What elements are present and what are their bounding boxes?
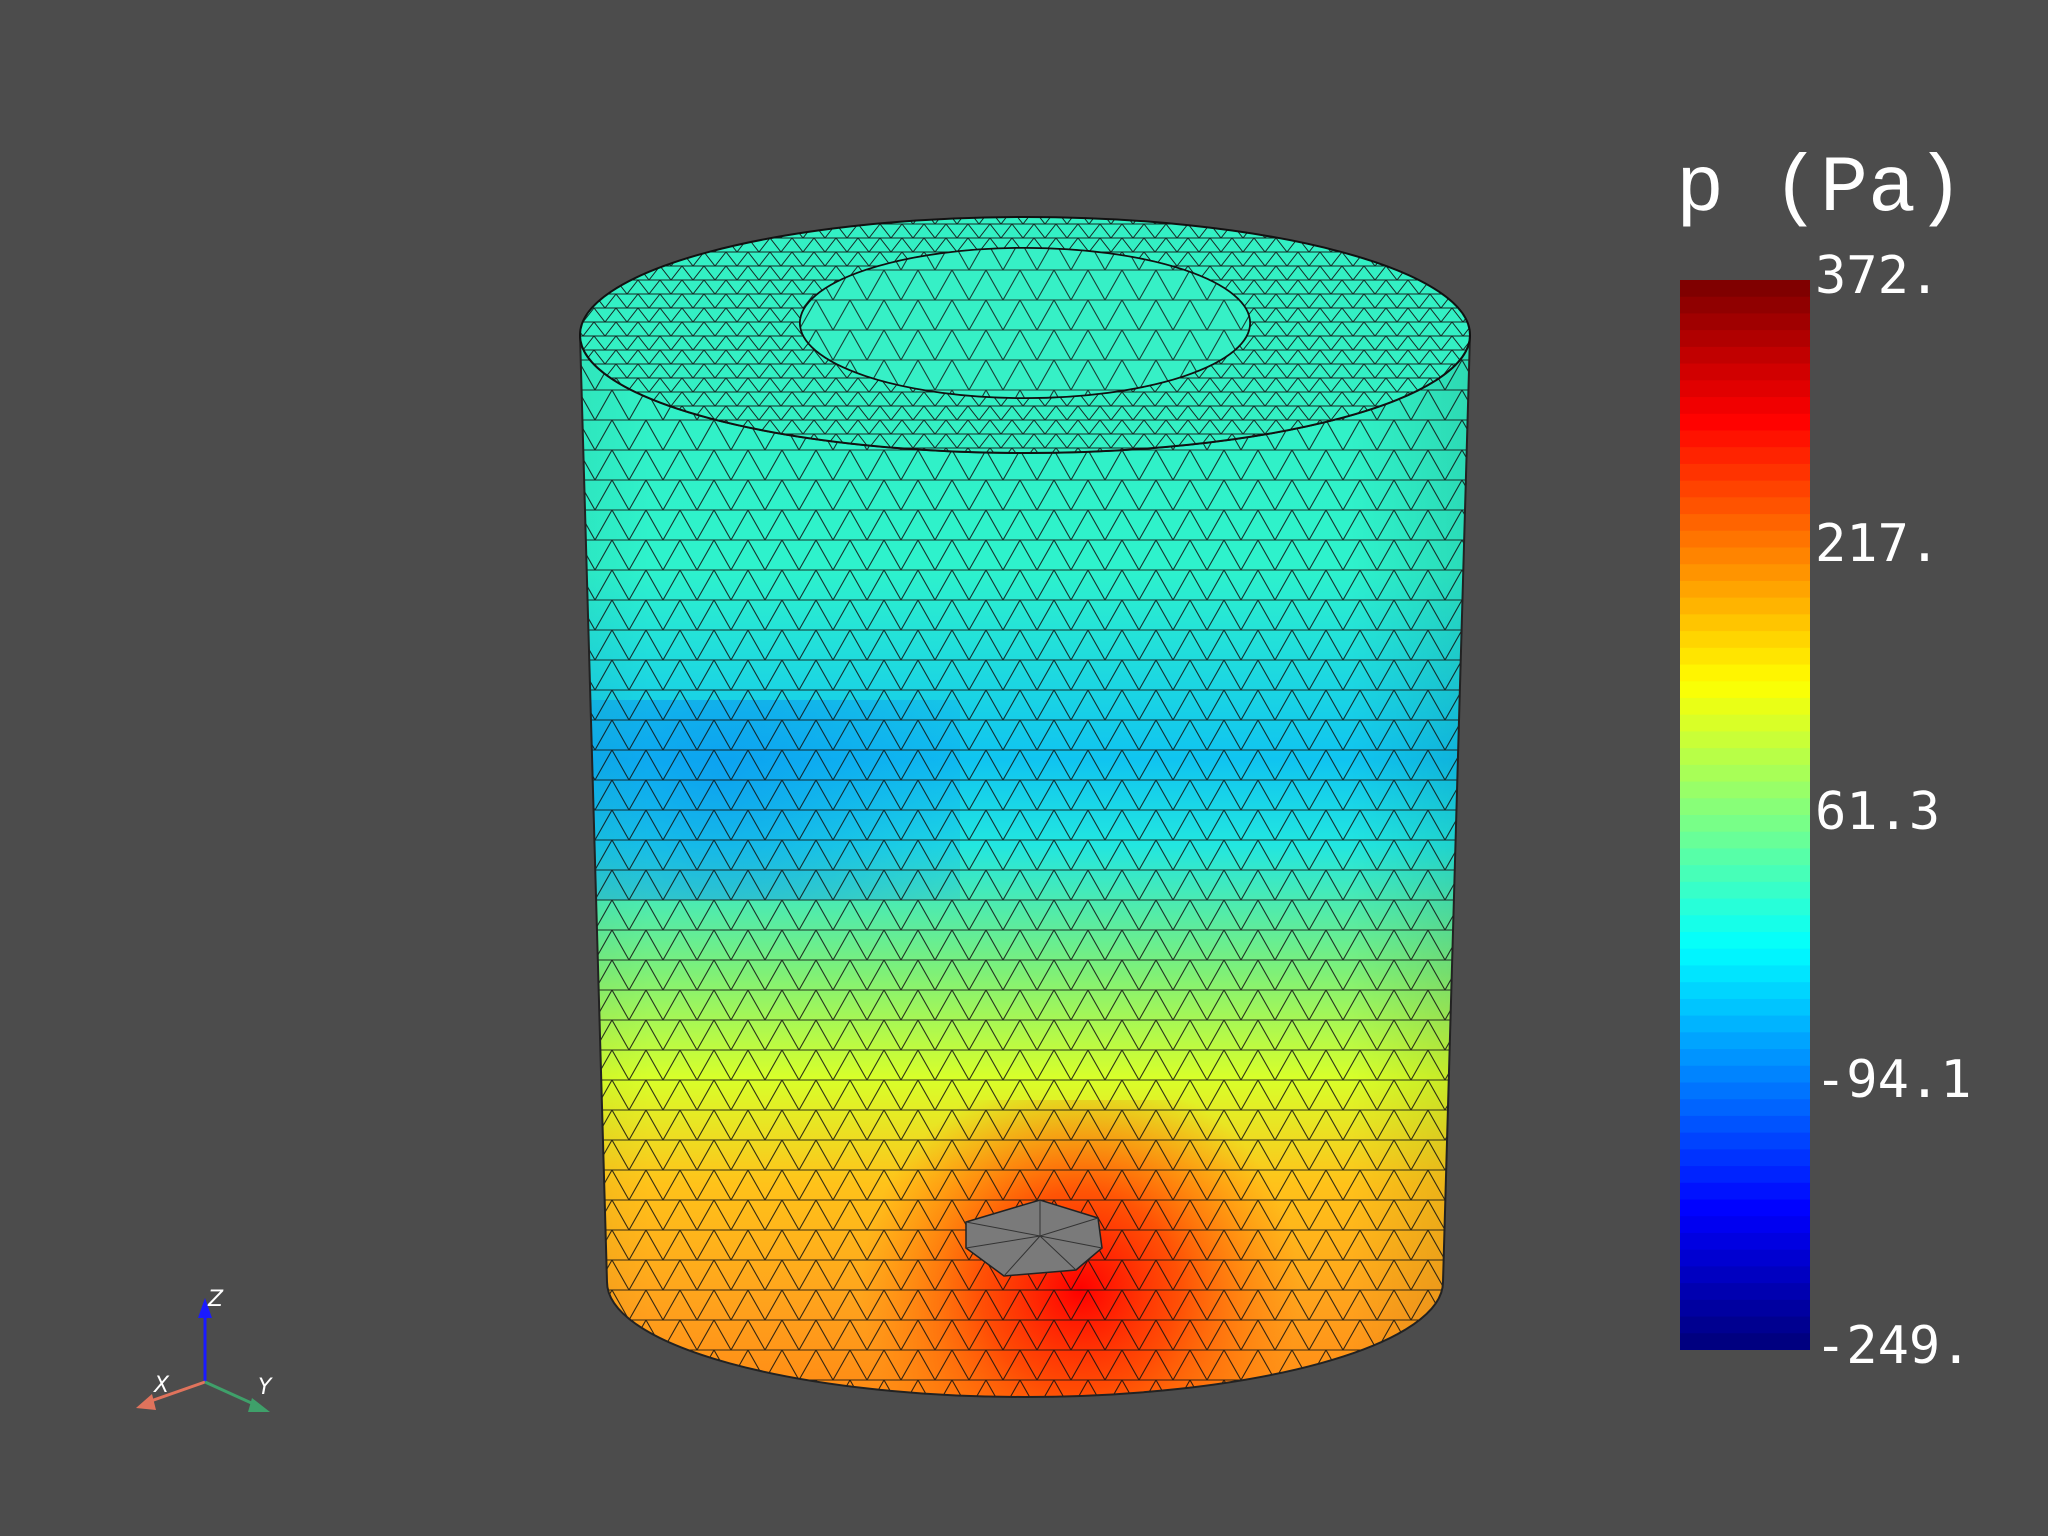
scalar-bar-band bbox=[1680, 631, 1810, 649]
scalar-bar-tick: -94.1 bbox=[1815, 1050, 1972, 1110]
scalar-bar-band bbox=[1680, 614, 1810, 633]
scalar-bar-band bbox=[1680, 363, 1810, 382]
z-axis-label: Z bbox=[207, 1287, 224, 1312]
scalar-bar-band bbox=[1680, 831, 1810, 850]
scalar-bar-band bbox=[1680, 998, 1810, 1017]
scalar-bar-band bbox=[1680, 463, 1810, 482]
scalar-bar-band bbox=[1680, 1115, 1810, 1134]
scalar-bar-band bbox=[1680, 480, 1810, 499]
scalar-bar-band bbox=[1680, 697, 1810, 716]
scalar-bar-band bbox=[1680, 781, 1810, 800]
scalar-bar-band bbox=[1680, 597, 1810, 616]
scalar-bar-band bbox=[1680, 1099, 1810, 1117]
scalar-bar-tick-min: -249. bbox=[1815, 1316, 1972, 1376]
scalar-bar-band bbox=[1680, 280, 1810, 298]
scalar-bar-band bbox=[1680, 497, 1810, 516]
scalar-bar[interactable] bbox=[1680, 280, 1810, 1350]
scalar-bar-band bbox=[1680, 1149, 1810, 1168]
scalar-bar-band bbox=[1680, 932, 1810, 950]
scalar-bar-band bbox=[1680, 714, 1810, 733]
scalar-bar-band bbox=[1680, 1015, 1810, 1034]
scalar-bar-tick: 61.3 bbox=[1815, 782, 1941, 842]
scalar-bar-band bbox=[1680, 514, 1810, 532]
scalar-bar-band bbox=[1680, 1283, 1810, 1301]
scalar-bar-band bbox=[1680, 530, 1810, 549]
scalar-bar-band bbox=[1680, 580, 1810, 599]
scalar-bar-band bbox=[1680, 948, 1810, 967]
scalar-bar-band bbox=[1680, 547, 1810, 566]
scalar-bar-band bbox=[1680, 1333, 1810, 1350]
scalar-bar-band bbox=[1680, 748, 1810, 766]
scalar-bar-band bbox=[1680, 1249, 1810, 1268]
scalar-bar-band bbox=[1680, 447, 1810, 465]
scalar-bar-band bbox=[1680, 731, 1810, 750]
scalar-bar-band bbox=[1680, 1032, 1810, 1051]
scalar-bar-band bbox=[1680, 397, 1810, 415]
scalar-bar-title: p (Pa) bbox=[1676, 144, 1965, 235]
scalar-bar-band bbox=[1680, 898, 1810, 917]
scalar-bar-band bbox=[1680, 965, 1810, 984]
scalar-bar-band bbox=[1680, 1132, 1810, 1151]
scalar-bar-tick: 217. bbox=[1815, 514, 1941, 574]
scalar-bar-band bbox=[1680, 915, 1810, 934]
scalar-bar-band bbox=[1680, 1166, 1810, 1184]
scalar-bar-band bbox=[1680, 330, 1810, 348]
scalar-bar-tick-max: 372. bbox=[1815, 246, 1941, 306]
scalar-bar-band bbox=[1680, 664, 1810, 683]
scalar-bar-band bbox=[1680, 1216, 1810, 1234]
scalar-bar-band bbox=[1680, 1199, 1810, 1218]
scalar-bar-band bbox=[1680, 848, 1810, 867]
mesh-edges bbox=[580, 335, 1470, 1397]
y-axis-label: Y bbox=[258, 1375, 273, 1400]
scalar-bar-band bbox=[1680, 865, 1810, 883]
orientation-axes-widget: Z X Y bbox=[136, 1287, 273, 1412]
scalar-bar-band bbox=[1680, 681, 1810, 699]
x-axis-label: X bbox=[153, 1373, 170, 1398]
scalar-bar-band bbox=[1680, 647, 1810, 666]
scalar-bar-band bbox=[1680, 1232, 1810, 1251]
scalar-bar-band bbox=[1680, 798, 1810, 816]
scalar-bar-band bbox=[1680, 764, 1810, 783]
scalar-bar-band bbox=[1680, 564, 1810, 582]
scalar-bar-band bbox=[1680, 1266, 1810, 1285]
scalar-bar-band bbox=[1680, 1082, 1810, 1101]
scalar-bar-band bbox=[1680, 982, 1810, 1000]
scalar-bar-band bbox=[1680, 815, 1810, 833]
scalar-bar-band bbox=[1680, 1049, 1810, 1067]
scalar-bar-band bbox=[1680, 313, 1810, 332]
scalar-bar-band bbox=[1680, 881, 1810, 900]
scalar-bar-band bbox=[1680, 1316, 1810, 1335]
scalar-bar-band bbox=[1680, 1065, 1810, 1084]
scalar-bar-band bbox=[1680, 1182, 1810, 1201]
scalar-bar-band bbox=[1680, 430, 1810, 449]
scalar-bar-band bbox=[1680, 296, 1810, 315]
scalar-bar-band bbox=[1680, 1299, 1810, 1318]
scalar-bar-band bbox=[1680, 413, 1810, 432]
cylinder-mesh[interactable] bbox=[500, 216, 1500, 1450]
scalar-bar-band bbox=[1680, 380, 1810, 399]
scalar-bar-band bbox=[1680, 346, 1810, 365]
